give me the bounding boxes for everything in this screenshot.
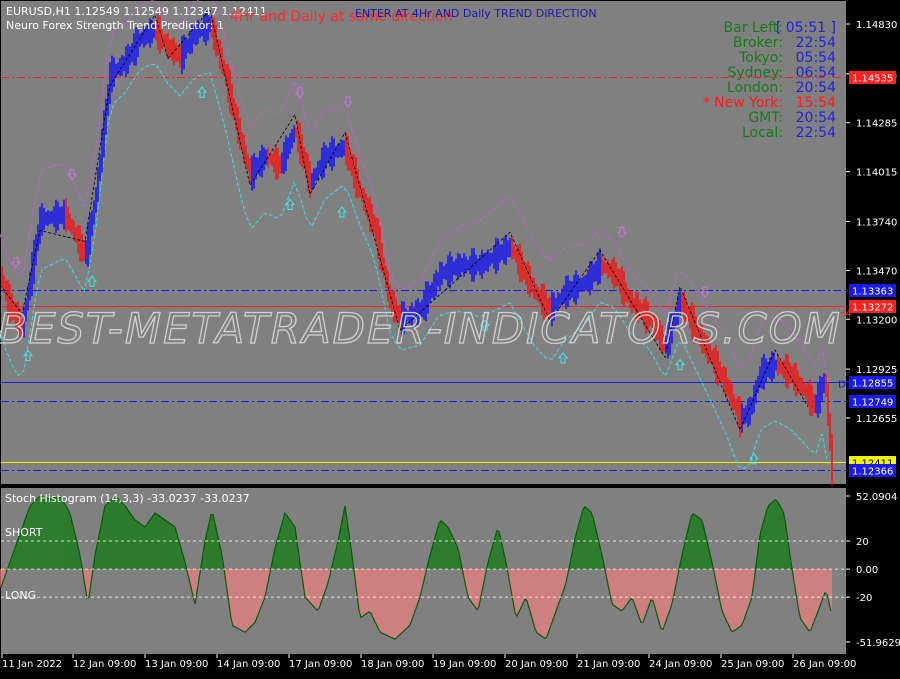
sub-axis-label: -20 <box>856 593 872 604</box>
time-axis-label: 25 Jan 09:00 <box>721 659 784 670</box>
price-axis-label: 1.14015 <box>856 168 897 179</box>
price-line-label: 1.14535 <box>852 74 893 85</box>
price-line-label: 1.13272 <box>852 303 893 314</box>
sub-axis-label: -51.9629 <box>856 638 900 649</box>
clock-label-tokyo: Tokyo: <box>738 50 783 66</box>
sub-axis-label: 0.00 <box>856 565 878 576</box>
short-zone-label: SHORT <box>5 526 43 539</box>
clock-value-sydney: 06:54 <box>796 65 836 81</box>
time-axis-label: 19 Jan 09:00 <box>433 659 496 670</box>
price-chart-svg[interactable]: H4D1 BEST-METATRADER-INDICATORS.COM EURU… <box>0 0 900 675</box>
clock-label-broker: Broker: <box>733 35 783 51</box>
chart-window: H4 D1 BEST-METATRADER-INDICATORS.COM EURU… <box>0 0 900 675</box>
sub-axis-label: 52.0904 <box>856 492 897 503</box>
price-line-label: 1.12749 <box>852 398 893 409</box>
time-axis-label: 14 Jan 09:00 <box>217 659 280 670</box>
clock-value-gmt: 20:54 <box>796 110 836 126</box>
price-line-label: 1.13363 <box>852 287 893 298</box>
clock-label-sydney: Sydney: <box>727 65 783 81</box>
price-axis-label: 1.13740 <box>856 217 897 228</box>
time-axis-label: 21 Jan 09:00 <box>577 659 640 670</box>
sub-window-title: Stoch Histogram (14,3,3) -33.0237 -33.02… <box>5 492 250 505</box>
clock-value-london: 20:54 <box>796 80 836 96</box>
clock-label-new-york: * New York: <box>703 95 783 111</box>
sub-axis-label: 20 <box>856 537 869 548</box>
price-line-label: 1.12366 <box>852 467 893 478</box>
symbol-header: EURUSD,H1 1.12549 1.12549 1.12347 1.1241… <box>6 5 267 18</box>
clock-value-local: 22:54 <box>796 125 836 141</box>
price-axis-label: 1.12925 <box>856 365 897 376</box>
clock-value-bar-left: [ 05:51 ] <box>776 20 836 36</box>
price-axis-label: 1.14285 <box>856 119 897 130</box>
price-axis-label: 1.12655 <box>856 414 897 425</box>
time-axis-label: 17 Jan 09:00 <box>289 659 352 670</box>
clock-value-new-york: 15:54 <box>796 95 836 111</box>
notice-blue-text: ENTER AT 4Hr AND Daily TREND DIRECTION <box>355 7 597 20</box>
clock-label-london: London: <box>727 80 783 96</box>
price-axis-label: 1.14830 <box>856 20 897 31</box>
time-axis-label: 12 Jan 09:00 <box>73 659 136 670</box>
time-axis-label: 20 Jan 09:00 <box>505 659 568 670</box>
time-axis-label: 13 Jan 09:00 <box>145 659 208 670</box>
clock-label-gmt: GMT: <box>748 110 783 126</box>
price-axis-label: 1.13200 <box>856 315 897 326</box>
indicator-name: Neuro Forex Strength Trend Predictor: 1 <box>6 19 224 32</box>
clock-label-local: Local: <box>742 125 783 141</box>
time-axis-label: 26 Jan 09:00 <box>793 659 856 670</box>
time-axis-label: 11 Jan 2022 <box>2 659 62 670</box>
watermark-text: BEST-METATRADER-INDICATORS.COM <box>0 304 842 353</box>
price-line-label: 1.12855 <box>852 379 893 390</box>
time-axis-label: 18 Jan 09:00 <box>361 659 424 670</box>
price-axis-label: 1.13470 <box>856 266 897 277</box>
clock-value-tokyo: 05:54 <box>796 50 836 66</box>
clock-label-bar-left: Bar Left: <box>724 20 783 36</box>
clock-value-broker: 22:54 <box>796 35 836 51</box>
time-axis-label: 24 Jan 09:00 <box>649 659 712 670</box>
long-zone-label: LONG <box>5 589 36 602</box>
